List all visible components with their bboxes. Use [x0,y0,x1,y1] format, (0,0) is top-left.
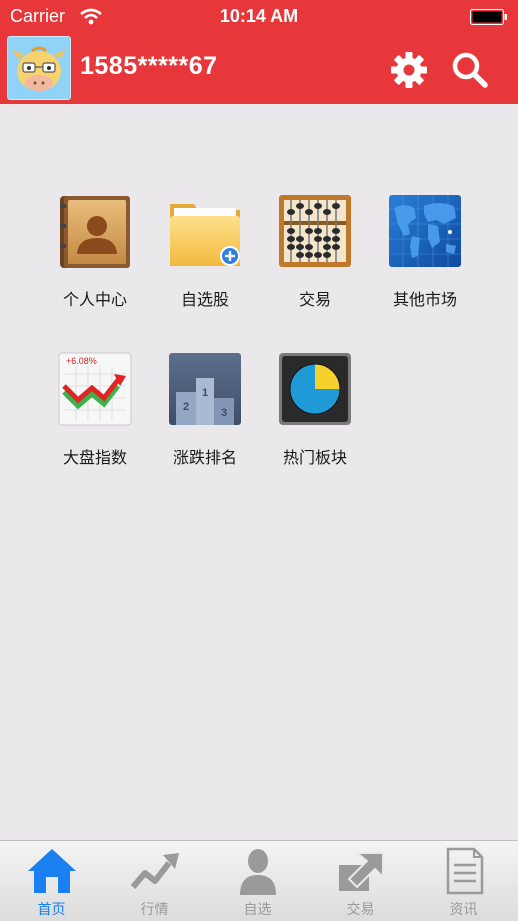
tile-market-index[interactable]: +6.08% 大盘指数 [40,352,150,468]
index-chart-icon: +6.08% [58,352,132,426]
folder-add-icon [170,204,240,266]
tile-label: 涨跌排名 [172,448,237,467]
tile-trade[interactable]: 交易 [260,194,370,310]
cow-avatar-icon [8,37,70,99]
index-badge: +6.08% [66,356,97,366]
battery-icon [470,9,507,25]
pie-chart-icon [279,353,351,425]
contacts-book-icon [60,196,130,268]
home-icon [28,849,76,893]
abacus-icon [279,195,351,267]
search-icon [452,52,488,88]
tab-label: 资讯 [449,902,478,918]
status-bar: Carrier 10:14 AM [0,0,518,34]
tab-watchlist[interactable]: 自选 [206,841,309,921]
tab-home[interactable]: 首页 [0,841,103,921]
tab-bar: 首页 行情 自选 交易 资讯 [0,840,518,921]
username: 1585*****67 [80,52,218,80]
settings-button[interactable] [389,50,429,90]
tab-label: 自选 [243,902,272,918]
svg-text:2: 2 [183,401,189,413]
person-icon [240,849,276,895]
tile-label: 其他市场 [392,290,457,309]
podium-icon: 1 2 3 [169,353,241,425]
svg-text:1: 1 [202,387,208,399]
search-button[interactable] [450,50,490,90]
tile-label: 热门板块 [282,448,347,467]
avatar[interactable] [7,36,71,100]
trend-icon [130,853,179,889]
tile-other-markets[interactable]: 其他市场 [370,194,480,310]
tab-label: 行情 [140,902,169,918]
tab-label: 交易 [346,902,375,918]
tab-trade[interactable]: 交易 [309,841,412,921]
header-bar: Carrier 10:14 AM 1585*****67 [0,0,518,104]
tab-label: 首页 [37,902,66,918]
tile-label: 大盘指数 [62,448,127,467]
svg-text:3: 3 [221,407,227,419]
gear-icon [391,52,427,88]
document-icon [446,847,484,895]
tile-ranking[interactable]: 1 2 3 涨跌排名 [150,352,260,468]
tile-label: 个人中心 [62,290,127,309]
tile-personal-center[interactable]: 个人中心 [40,194,150,310]
tile-hot-sectors[interactable]: 热门板块 [260,352,370,468]
home-grid: 个人中心 自选股 交易 其他市场 +6.08% 大盘指数 1 2 3 涨跌排名 … [0,104,518,840]
exchange-icon [339,852,384,891]
tab-news[interactable]: 资讯 [412,841,515,921]
tile-label: 交易 [298,290,331,309]
world-map-icon [389,195,461,267]
tile-watchlist[interactable]: 自选股 [150,194,260,310]
tab-quotes[interactable]: 行情 [103,841,206,921]
tile-label: 自选股 [180,290,229,309]
clock: 10:14 AM [219,6,299,26]
